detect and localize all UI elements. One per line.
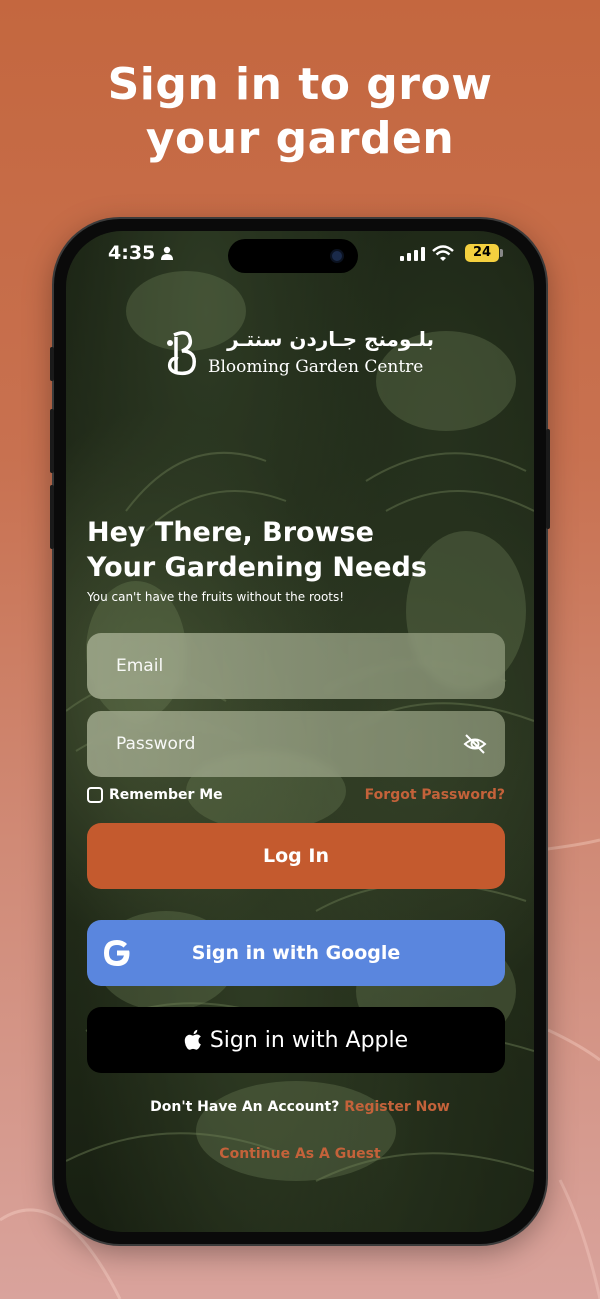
volume-up-button bbox=[50, 409, 54, 473]
google-signin-button[interactable]: Sign in with Google bbox=[87, 920, 505, 986]
apple-icon bbox=[184, 1029, 201, 1050]
wifi-icon bbox=[432, 245, 454, 261]
checkbox-box[interactable] bbox=[87, 787, 103, 803]
hero-title-line-1: Hey There, Browse bbox=[87, 517, 374, 548]
eye-off-icon[interactable] bbox=[463, 732, 487, 756]
hero-title-line-2: Your Gardening Needs bbox=[87, 552, 427, 583]
register-prompt: Don't Have An Account? Register Now bbox=[66, 1099, 534, 1115]
headline-line-1: Sign in to grow bbox=[107, 59, 493, 110]
email-field[interactable] bbox=[87, 633, 505, 699]
camera-icon bbox=[330, 249, 344, 263]
remember-me-checkbox[interactable]: Remember Me bbox=[87, 787, 223, 803]
apple-signin-button[interactable]: Sign in with Apple bbox=[87, 1007, 505, 1073]
email-input[interactable] bbox=[87, 633, 505, 699]
forgot-password-link[interactable]: Forgot Password? bbox=[365, 787, 505, 803]
password-field[interactable] bbox=[87, 711, 505, 777]
page-headline: Sign in to grow your garden bbox=[0, 58, 600, 166]
login-button[interactable]: Log In bbox=[87, 823, 505, 889]
headline-line-2: your garden bbox=[145, 113, 455, 164]
continue-as-guest-link[interactable]: Continue As A Guest bbox=[66, 1146, 534, 1162]
logo-english-text: Blooming Garden Centre bbox=[208, 357, 424, 377]
logo-arabic-text: بلـومنج جـاردن سنتـر bbox=[227, 327, 434, 351]
status-time: 4:35 bbox=[108, 242, 156, 264]
google-icon bbox=[104, 940, 130, 966]
hero-title: Hey There, Browse Your Gardening Needs bbox=[87, 515, 517, 585]
app-screen: 4:35 24 بلـومنج جـاردن سنتـر Blooming Ga… bbox=[66, 231, 534, 1232]
login-button-label: Log In bbox=[263, 845, 329, 867]
action-button bbox=[50, 347, 54, 381]
volume-down-button bbox=[50, 485, 54, 549]
battery-nub bbox=[500, 249, 503, 257]
status-bar: 4:35 24 bbox=[66, 231, 534, 275]
logo-b-mark-icon bbox=[167, 331, 196, 376]
hero-subtitle: You can't have the fruits without the ro… bbox=[87, 590, 345, 604]
phone-frame: 4:35 24 بلـومنج جـاردن سنتـر Blooming Ga… bbox=[50, 219, 550, 1244]
person-icon bbox=[161, 246, 173, 260]
remember-me-label: Remember Me bbox=[109, 787, 223, 803]
brand-logo: بلـومنج جـاردن سنتـر Blooming Garden Cen… bbox=[164, 325, 444, 385]
apple-button-label: Sign in with Apple bbox=[209, 1027, 409, 1053]
power-button bbox=[546, 429, 550, 529]
battery-icon: 24 bbox=[465, 244, 499, 262]
password-input[interactable] bbox=[87, 711, 505, 777]
cellular-signal-icon bbox=[400, 247, 425, 261]
google-button-label: Sign in with Google bbox=[191, 942, 401, 964]
register-now-link[interactable]: Register Now bbox=[344, 1099, 450, 1115]
register-prompt-text: Don't Have An Account? bbox=[150, 1099, 340, 1115]
